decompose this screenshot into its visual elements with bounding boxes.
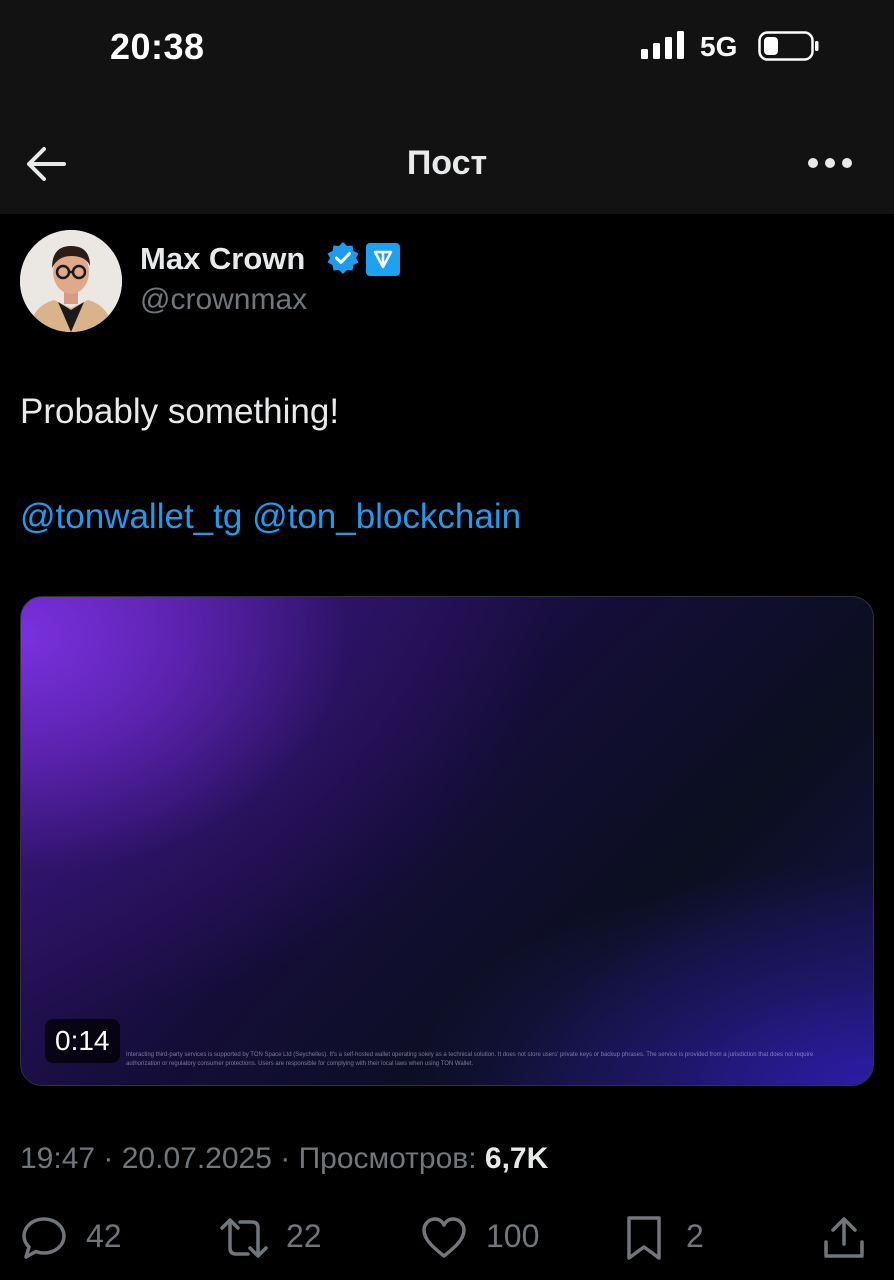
author-handle[interactable]: @crownmax (140, 283, 307, 317)
post-meta: 19:47 · 20.07.2025 · Просмотров: 6,7K (20, 1142, 549, 1175)
avatar[interactable] (20, 230, 122, 332)
video-disclaimer-text: Interacting third-party services is supp… (126, 1052, 814, 1067)
share-button[interactable] (822, 1214, 866, 1262)
verified-icon (327, 242, 359, 274)
reply-icon (22, 1217, 66, 1259)
reply-button[interactable]: 42 (20, 1214, 130, 1262)
more-horizontal-icon[interactable] (806, 148, 854, 178)
video-player[interactable]: Interacting third-party services is supp… (20, 596, 874, 1086)
like-count: 100 (486, 1218, 540, 1254)
reply-count: 42 (86, 1218, 122, 1254)
author-name[interactable]: Max Crown (140, 241, 305, 277)
signal-bars-icon (641, 31, 684, 59)
post-date: 20.07.2025 (121, 1142, 272, 1175)
bookmark-button[interactable]: 2 (624, 1214, 714, 1262)
battery-icon (758, 31, 819, 61)
repost-button[interactable]: 22 (218, 1214, 328, 1262)
video-duration-badge: 0:14 (45, 1019, 120, 1063)
status-bar: 20:38 5G (0, 0, 894, 110)
share-icon (824, 1217, 864, 1258)
page-title: Пост (406, 144, 488, 182)
top-nav-bar: Пост (0, 110, 894, 214)
views-count[interactable]: 6,7K (485, 1142, 548, 1175)
bookmark-icon (627, 1216, 661, 1260)
bookmark-count: 2 (686, 1218, 704, 1254)
heart-icon (422, 1217, 466, 1258)
like-button[interactable]: 100 (420, 1214, 550, 1262)
repost-count: 22 (286, 1218, 322, 1254)
post-text: Probably something! (20, 392, 340, 431)
avatar-photo (20, 230, 122, 332)
status-time: 20:38 (110, 26, 205, 67)
post-mentions: @tonwallet_tg @ton_blockchain (20, 497, 521, 537)
repost-icon (220, 1218, 268, 1258)
views-label: Просмотров: (298, 1142, 477, 1175)
ton-badge-icon (366, 243, 400, 276)
mention-link[interactable]: @tonwallet_tg (20, 497, 242, 536)
mention-link[interactable]: @ton_blockchain (252, 497, 521, 536)
post-time: 19:47 (20, 1142, 96, 1175)
network-type: 5G (700, 31, 738, 62)
